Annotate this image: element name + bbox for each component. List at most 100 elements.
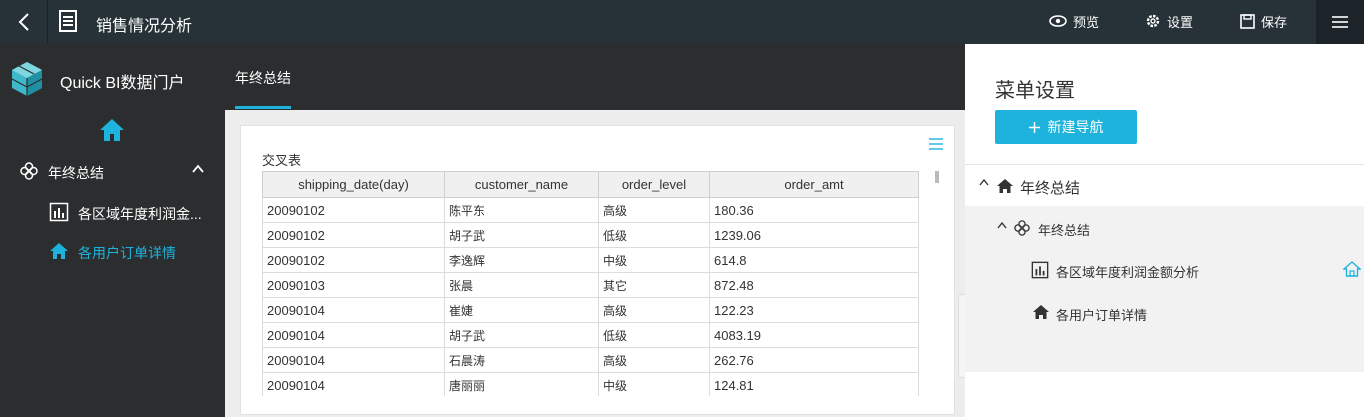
portal-header: Quick BI数据门户 年终总结: [0, 44, 965, 110]
table-row: 20090104 唐丽丽 中级 124.81: [262, 372, 919, 396]
settings-button[interactable]: 设置: [1145, 11, 1193, 31]
table-cell: 中级: [598, 247, 710, 273]
plus-icon: [1028, 121, 1040, 133]
table-cell: 高级: [598, 297, 710, 323]
table-cell: 高级: [598, 197, 710, 223]
sidebar: 年终总结 各区域年度利润金... 各用户订单详情: [0, 110, 225, 417]
save-button[interactable]: 保存: [1240, 11, 1287, 31]
tree-node-user-orders[interactable]: 各用户订单详情: [965, 292, 1364, 334]
portal-brand: Quick BI数据门户: [60, 75, 185, 92]
table-cell: 胡子武: [444, 322, 599, 348]
report-icon: [59, 10, 77, 32]
table-cell: 石晨涛: [444, 347, 599, 373]
table-cell: 614.8: [709, 247, 919, 273]
table-cell: 262.76: [709, 347, 919, 373]
back-button[interactable]: [0, 0, 48, 44]
clover-icon: [20, 162, 38, 180]
table-row: 20090104 胡子武 低级 4083.19: [262, 322, 919, 348]
tree-subtree: 年终总结 各区域年度利润金额分析 各用户订单详情: [965, 206, 1364, 372]
table-cell: 20090104: [262, 297, 445, 323]
panel-title: 菜单设置: [995, 80, 1075, 102]
save-icon: [1240, 13, 1255, 29]
cross-table: shipping_date(day) customer_name order_l…: [262, 171, 925, 396]
panel-collapse-handle[interactable]: [958, 294, 965, 378]
chevron-up-icon[interactable]: [997, 221, 1007, 229]
table-cell: 872.48: [709, 272, 919, 298]
active-tab-indicator: [235, 106, 291, 109]
table-cell: 20090102: [262, 247, 445, 273]
column-header[interactable]: order_level: [598, 171, 710, 198]
gear-icon: [1146, 14, 1160, 28]
chevron-up-icon[interactable]: [192, 164, 204, 174]
card-title: 交叉表: [262, 153, 302, 168]
sidebar-item-label: 各区域年度利润金...: [78, 206, 202, 222]
chevron-up-icon[interactable]: [979, 178, 989, 186]
divider: [965, 164, 1364, 165]
dashboard-content: 交叉表 shipping_date(day) customer_name ord…: [225, 110, 965, 417]
sidebar-group-year-end[interactable]: 年终总结: [0, 158, 225, 184]
tree-node-root[interactable]: 年终总结: [965, 166, 1364, 206]
tree-node-label: 各区域年度利润金额分析: [1056, 265, 1200, 280]
table-row: 20090102 胡子武 低级 1239.06: [262, 222, 919, 248]
table-cell: 李逸辉: [444, 247, 599, 273]
preview-label: 预览: [1073, 14, 1100, 30]
table-cell: 122.23: [709, 297, 919, 323]
table-cell: 低级: [598, 322, 710, 348]
sidebar-group-label: 年终总结: [48, 165, 104, 181]
table-cell: 1239.06: [709, 222, 919, 248]
table-header-row: shipping_date(day) customer_name order_l…: [262, 171, 919, 198]
preview-button[interactable]: 预览: [1049, 11, 1099, 31]
hamburger-icon: [1332, 16, 1348, 28]
tree-node-region-profit[interactable]: 各区域年度利润金额分析: [965, 249, 1364, 291]
save-label: 保存: [1261, 14, 1288, 30]
settings-label: 设置: [1167, 14, 1194, 30]
tree-node-group[interactable]: 年终总结: [965, 206, 1364, 248]
table-cell: 180.36: [709, 197, 919, 223]
home-icon: [50, 243, 68, 259]
tree-node-label: 年终总结: [1038, 223, 1091, 238]
new-nav-label: 新建导航: [1047, 119, 1104, 135]
eye-icon: [1049, 15, 1067, 27]
table-cell: 陈平东: [444, 197, 599, 223]
table-cell: 张晨: [444, 272, 599, 298]
table-cell: 20090102: [262, 197, 445, 223]
bar-chart-icon: [49, 202, 69, 222]
table-row: 20090102 陈平东 高级 180.36: [262, 197, 919, 223]
set-home-icon[interactable]: [1343, 260, 1361, 278]
tab-year-end-summary[interactable]: 年终总结: [235, 68, 291, 88]
clover-icon: [1014, 220, 1030, 236]
table-cell: 崔婕: [444, 297, 599, 323]
table-cell: 20090104: [262, 372, 445, 396]
table-cell: 低级: [598, 222, 710, 248]
main-menu-button[interactable]: [1316, 0, 1364, 44]
bar-chart-icon: [1031, 261, 1049, 279]
home-icon: [997, 179, 1013, 193]
sidebar-item-region-profit[interactable]: 各区域年度利润金...: [0, 199, 225, 225]
table-cell: 20090104: [262, 347, 445, 373]
new-nav-button[interactable]: 新建导航: [995, 110, 1137, 144]
sidebar-item-label: 各用户订单详情: [78, 245, 176, 261]
home-icon: [1033, 305, 1049, 319]
top-bar: 销售情况分析 预览 设置 保存: [0, 0, 1364, 44]
quick-bi-logo-icon: [11, 62, 43, 96]
table-cell: 4083.19: [709, 322, 919, 348]
column-header[interactable]: shipping_date(day): [262, 171, 445, 198]
tree-node-label: 各用户订单详情: [1056, 308, 1148, 323]
table-cell: 20090103: [262, 272, 445, 298]
table-cell: 其它: [598, 272, 710, 298]
table-cell: 中级: [598, 372, 710, 396]
column-header[interactable]: customer_name: [444, 171, 599, 198]
table-row: 20090102 李逸辉 中级 614.8: [262, 247, 919, 273]
list-menu-icon[interactable]: [929, 138, 943, 150]
column-header[interactable]: order_amt: [709, 171, 919, 198]
sidebar-item-user-orders[interactable]: 各用户订单详情: [0, 238, 225, 264]
table-cell: 20090102: [262, 222, 445, 248]
tree-node-label: 年终总结: [1020, 180, 1081, 197]
table-scrollbar[interactable]: [935, 171, 939, 183]
table-row: 20090104 崔婕 高级 122.23: [262, 297, 919, 323]
chevron-left-icon: [18, 13, 29, 31]
table-row: 20090103 张晨 其它 872.48: [262, 272, 919, 298]
cross-table-card: 交叉表 shipping_date(day) customer_name ord…: [240, 125, 955, 415]
home-icon[interactable]: [99, 118, 125, 142]
table-row: 20090104 石晨涛 高级 262.76: [262, 347, 919, 373]
